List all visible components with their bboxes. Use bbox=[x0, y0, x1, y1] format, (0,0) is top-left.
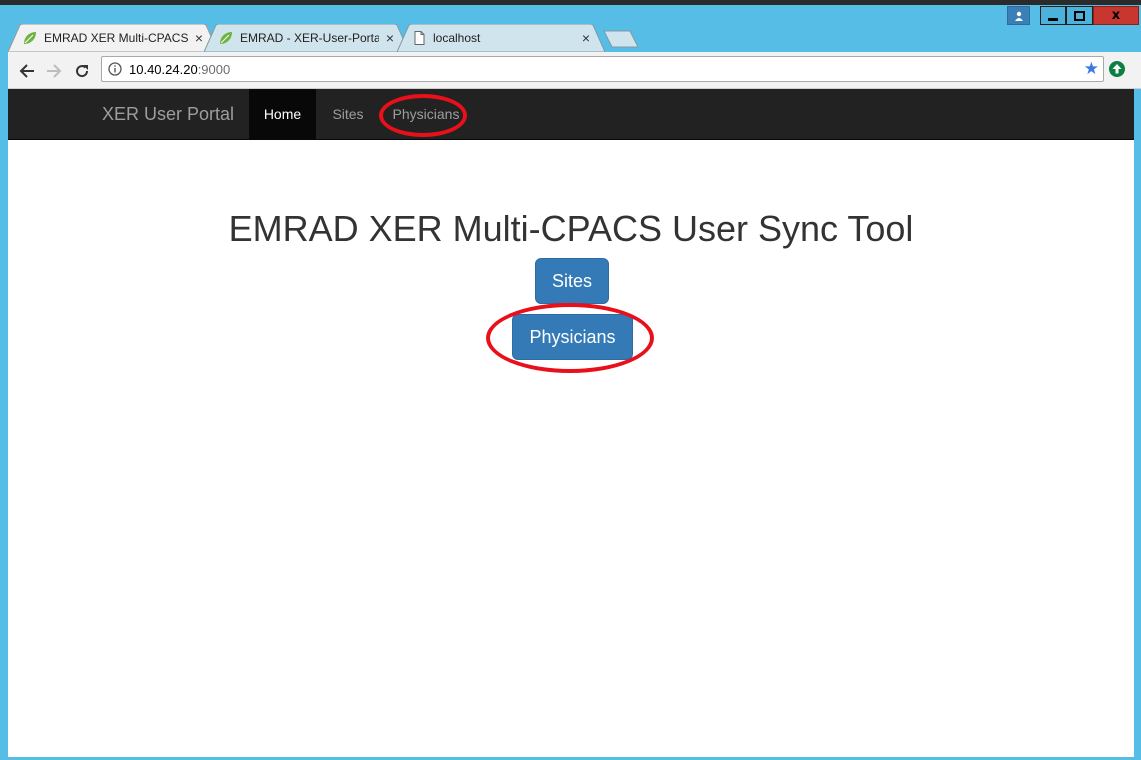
tab-emrad-multi-cpacs[interactable]: EMRAD XER Multi-CPACS × bbox=[8, 24, 218, 52]
physicians-button[interactable]: Physicians bbox=[512, 314, 633, 360]
page-viewport: XER User Portal Home Sites Physicians EM… bbox=[8, 89, 1134, 757]
tab-close-icon[interactable]: × bbox=[383, 30, 397, 46]
sites-button[interactable]: Sites bbox=[535, 258, 609, 304]
spring-leaf-icon bbox=[24, 32, 36, 44]
extension-upload-icon[interactable] bbox=[1108, 60, 1126, 78]
address-bar[interactable]: 10.40.24.20:9000 ★ bbox=[101, 56, 1104, 82]
page-icon bbox=[414, 31, 425, 45]
tab-title: localhost bbox=[433, 31, 481, 45]
nav-sites[interactable]: Sites bbox=[318, 89, 378, 139]
back-button[interactable] bbox=[16, 60, 38, 82]
close-window-button[interactable]: x bbox=[1093, 6, 1139, 25]
reload-icon bbox=[76, 65, 89, 78]
spring-leaf-icon bbox=[220, 32, 232, 44]
tab-close-icon[interactable]: × bbox=[579, 30, 593, 46]
maximize-icon bbox=[1074, 10, 1085, 21]
maximize-button[interactable] bbox=[1066, 6, 1093, 25]
user-icon bbox=[1014, 11, 1023, 21]
nav-physicians[interactable]: Physicians bbox=[382, 89, 470, 139]
new-tab-button[interactable] bbox=[603, 30, 639, 48]
forward-arrow-icon bbox=[47, 64, 62, 78]
reload-button[interactable] bbox=[71, 60, 93, 82]
close-icon: x bbox=[1111, 8, 1121, 23]
tab-emrad-xer-user-portal[interactable]: EMRAD - XER-User-Portal × bbox=[204, 24, 409, 52]
tab-title: EMRAD XER Multi-CPACS bbox=[44, 31, 188, 45]
forward-button[interactable] bbox=[43, 60, 65, 82]
bookmark-star-icon[interactable]: ★ bbox=[1084, 59, 1099, 79]
minimize-icon bbox=[1048, 18, 1058, 21]
tab-title: EMRAD - XER-User-Portal bbox=[240, 31, 379, 45]
page-title: EMRAD XER Multi-CPACS User Sync Tool bbox=[228, 208, 914, 249]
browser-toolbar: 10.40.24.20:9000 ★ bbox=[8, 52, 1141, 89]
nav-home[interactable]: Home bbox=[249, 89, 316, 139]
url-port: :9000 bbox=[197, 62, 231, 77]
url-host: 10.40.24.20 bbox=[129, 62, 198, 77]
minimize-button[interactable] bbox=[1040, 6, 1066, 25]
tab-localhost[interactable]: localhost × bbox=[397, 24, 605, 52]
url-text: 10.40.24.20:9000 bbox=[129, 62, 230, 77]
info-icon[interactable] bbox=[108, 62, 122, 76]
navbar-brand[interactable]: XER User Portal bbox=[102, 89, 234, 139]
window-top-edge bbox=[0, 0, 1141, 5]
profile-button[interactable] bbox=[1007, 6, 1030, 25]
back-arrow-icon bbox=[19, 64, 34, 78]
site-navbar: XER User Portal Home Sites Physicians bbox=[8, 89, 1134, 140]
